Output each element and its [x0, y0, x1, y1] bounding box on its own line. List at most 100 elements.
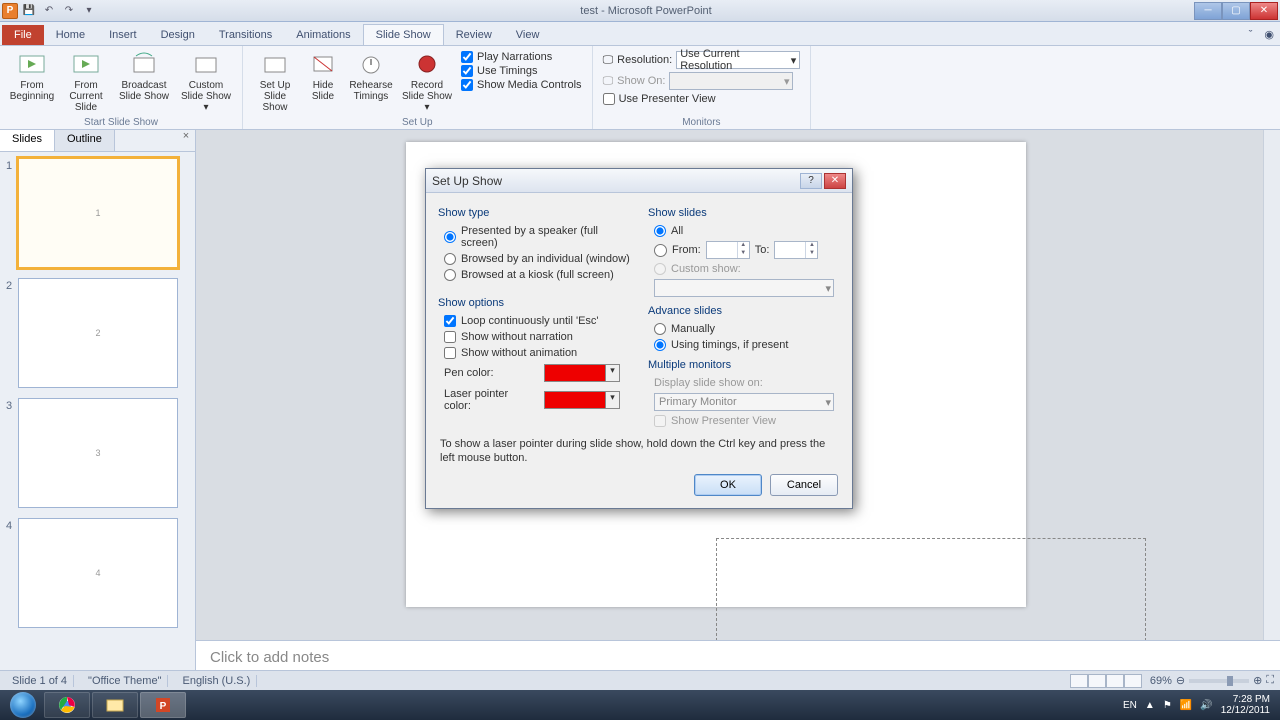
- use-presenter-view-checkbox[interactable]: Use Presenter View: [603, 92, 801, 106]
- thumbnails: 11 22 33 44: [0, 152, 195, 680]
- zoom-out-button[interactable]: ⊖: [1176, 674, 1185, 687]
- qat-menu-icon[interactable]: ▾: [80, 2, 98, 20]
- title-bar: P 💾 ↶ ↷ ▾ test - Microsoft PowerPoint ─ …: [0, 0, 1280, 22]
- laser-color-label: Laser pointer color:: [444, 388, 538, 412]
- view-buttons: [1070, 674, 1142, 688]
- monitor-icon: 🖵: [603, 75, 614, 88]
- zoom-slider[interactable]: [1189, 679, 1249, 683]
- from-to-radio[interactable]: [654, 244, 667, 257]
- use-timings-checkbox[interactable]: Use Timings: [461, 64, 582, 78]
- sorter-view-button[interactable]: [1088, 674, 1106, 688]
- dialog-close-button[interactable]: ✕: [824, 173, 846, 189]
- tray-flag-icon[interactable]: ⚑: [1163, 700, 1172, 711]
- to-spinner[interactable]: ▲▼: [774, 241, 818, 259]
- monitor-icon: 🖵: [603, 54, 614, 67]
- display-on-label: Display slide show on:: [648, 375, 840, 391]
- rehearse-timings-button[interactable]: Rehearse Timings: [345, 48, 397, 104]
- loop-checkbox[interactable]: Loop continuously until 'Esc': [438, 313, 630, 329]
- tray-language[interactable]: EN: [1123, 700, 1137, 711]
- show-media-controls-checkbox[interactable]: Show Media Controls: [461, 78, 582, 92]
- design-tab[interactable]: Design: [149, 25, 207, 45]
- dialog-title: Set Up Show: [432, 174, 502, 188]
- browsed-kiosk-radio[interactable]: Browsed at a kiosk (full screen): [438, 267, 630, 283]
- show-on-select: ▾: [669, 72, 793, 90]
- record-slideshow-button[interactable]: Record Slide Show ▾: [399, 48, 455, 115]
- no-animation-checkbox[interactable]: Show without animation: [438, 345, 630, 361]
- slide-thumbnail[interactable]: 44: [6, 518, 189, 628]
- slide-thumbnail[interactable]: 22: [6, 278, 189, 388]
- quick-access-toolbar: P 💾 ↶ ↷ ▾: [2, 2, 98, 20]
- tray-volume-icon[interactable]: 🔊: [1200, 700, 1212, 711]
- animations-tab[interactable]: Animations: [284, 25, 362, 45]
- cancel-button[interactable]: Cancel: [770, 474, 838, 496]
- show-presenter-view-checkbox: Show Presenter View: [648, 413, 840, 429]
- insert-tab[interactable]: Insert: [97, 25, 149, 45]
- setup-show-dialog: Set Up Show ? ✕ Show type Presented by a…: [425, 168, 853, 509]
- explorer-taskbar-icon[interactable]: [92, 692, 138, 718]
- ok-button[interactable]: OK: [694, 474, 762, 496]
- normal-view-button[interactable]: [1070, 674, 1088, 688]
- from-spinner[interactable]: ▲▼: [706, 241, 750, 259]
- save-icon[interactable]: 💾: [20, 2, 38, 20]
- presented-speaker-radio[interactable]: Presented by a speaker (full screen): [438, 223, 630, 251]
- chrome-taskbar-icon[interactable]: [44, 692, 90, 718]
- pen-color-label: Pen color:: [444, 367, 538, 379]
- no-narration-checkbox[interactable]: Show without narration: [438, 329, 630, 345]
- setup-slideshow-button[interactable]: Set Up Slide Show: [249, 48, 301, 115]
- slide-panel: Slides Outline × 11 22 33 44: [0, 130, 196, 680]
- slide-counter: Slide 1 of 4: [6, 675, 74, 687]
- start-button[interactable]: [4, 691, 42, 719]
- home-tab[interactable]: Home: [44, 25, 97, 45]
- help-icon[interactable]: ◉: [1258, 24, 1280, 45]
- slideshow-view-button[interactable]: [1124, 674, 1142, 688]
- advance-timings-radio[interactable]: Using timings, if present: [648, 337, 840, 353]
- resolution-row: 🖵 Resolution: Use Current Resolution▾: [603, 50, 801, 70]
- language[interactable]: English (U.S.): [176, 675, 257, 687]
- from-current-slide-button[interactable]: From Current Slide: [60, 48, 112, 115]
- window-title: test - Microsoft PowerPoint: [98, 5, 1194, 17]
- browsed-individual-radio[interactable]: Browsed by an individual (window): [438, 251, 630, 267]
- from-beginning-button[interactable]: From Beginning: [6, 48, 58, 104]
- all-slides-radio[interactable]: All: [648, 223, 840, 239]
- ribbon-minimize-icon[interactable]: ˇ: [1243, 25, 1259, 45]
- svg-text:P: P: [160, 701, 167, 712]
- vertical-scrollbar[interactable]: [1263, 130, 1280, 640]
- close-pane-icon[interactable]: ×: [177, 130, 195, 151]
- reading-view-button[interactable]: [1106, 674, 1124, 688]
- transitions-tab[interactable]: Transitions: [207, 25, 284, 45]
- broadcast-button[interactable]: Broadcast Slide Show: [114, 48, 174, 104]
- undo-icon[interactable]: ↶: [40, 2, 58, 20]
- tray-show-hidden-icon[interactable]: ▲: [1145, 700, 1155, 711]
- custom-slideshow-button[interactable]: Custom Slide Show ▾: [176, 48, 236, 115]
- slides-tab[interactable]: Slides: [0, 130, 55, 151]
- show-options-heading: Show options: [438, 297, 630, 309]
- system-tray: EN ▲ ⚑ 📶 🔊 7:28 PM 12/12/2011: [1123, 694, 1276, 716]
- play-narrations-checkbox[interactable]: Play Narrations: [461, 50, 582, 64]
- custom-show-radio: Custom show:: [648, 261, 840, 277]
- tray-network-icon[interactable]: 📶: [1180, 700, 1192, 711]
- file-tab[interactable]: File: [2, 25, 44, 45]
- powerpoint-taskbar-icon[interactable]: P: [140, 692, 186, 718]
- zoom-in-button[interactable]: ⊕: [1253, 674, 1262, 687]
- display-on-select: Primary Monitor▾: [654, 393, 834, 411]
- outline-tab[interactable]: Outline: [55, 130, 115, 151]
- hide-slide-button[interactable]: Hide Slide: [303, 48, 343, 104]
- zoom-level: 69%: [1150, 675, 1172, 687]
- redo-icon[interactable]: ↷: [60, 2, 78, 20]
- maximize-button[interactable]: ▢: [1222, 2, 1250, 20]
- tray-clock[interactable]: 7:28 PM 12/12/2011: [1221, 694, 1270, 716]
- slideshow-tab[interactable]: Slide Show: [363, 24, 444, 45]
- dialog-help-button[interactable]: ?: [800, 173, 822, 189]
- view-tab[interactable]: View: [504, 25, 552, 45]
- theme-name: "Office Theme": [82, 675, 168, 687]
- fit-window-button[interactable]: ⛶: [1266, 674, 1274, 687]
- slide-thumbnail[interactable]: 11: [6, 158, 189, 268]
- advance-manually-radio[interactable]: Manually: [648, 321, 840, 337]
- slide-thumbnail[interactable]: 33: [6, 398, 189, 508]
- laser-color-select[interactable]: ▾: [544, 391, 620, 409]
- review-tab[interactable]: Review: [444, 25, 504, 45]
- minimize-button[interactable]: ─: [1194, 2, 1222, 20]
- pen-color-select[interactable]: ▾: [544, 364, 620, 382]
- close-button[interactable]: ✕: [1250, 2, 1278, 20]
- resolution-select[interactable]: Use Current Resolution▾: [676, 51, 800, 69]
